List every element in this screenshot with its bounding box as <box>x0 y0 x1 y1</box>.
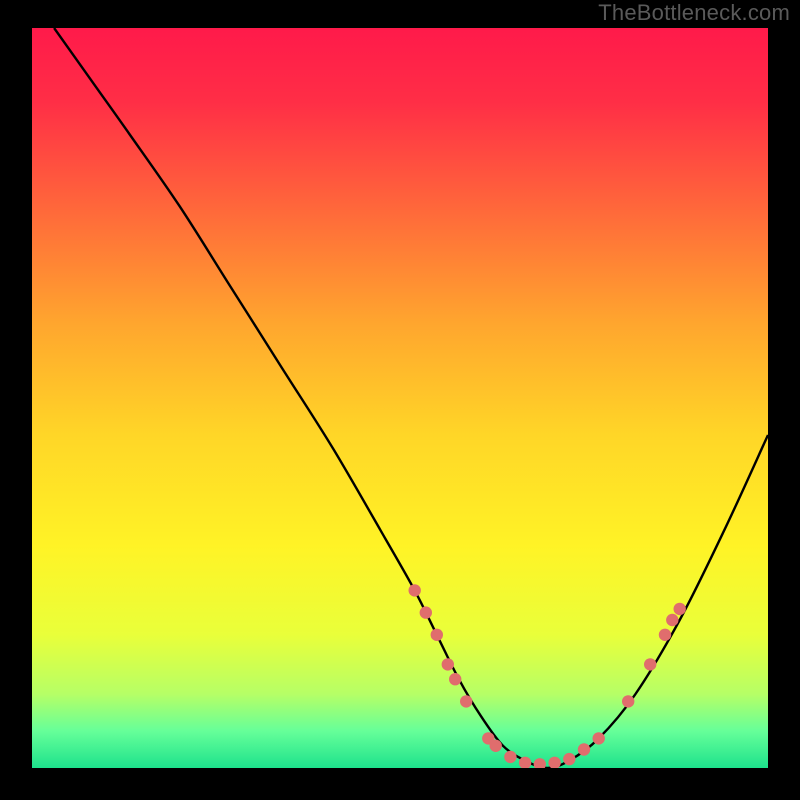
data-point <box>504 751 516 763</box>
bottleneck-curve <box>54 28 768 768</box>
data-point <box>659 629 671 641</box>
data-point <box>674 603 686 615</box>
data-point <box>666 614 678 626</box>
data-point <box>490 740 502 752</box>
data-point <box>449 673 461 685</box>
data-point <box>644 658 656 670</box>
data-point <box>534 758 546 768</box>
data-point <box>578 743 590 755</box>
data-point <box>420 606 432 618</box>
plot-area <box>32 28 768 768</box>
chart-container: TheBottleneck.com <box>0 0 800 800</box>
data-points <box>409 584 686 768</box>
data-point <box>563 753 575 765</box>
data-point <box>409 584 421 596</box>
data-point <box>622 695 634 707</box>
data-point <box>431 629 443 641</box>
data-point <box>442 658 454 670</box>
curve-layer <box>32 28 768 768</box>
data-point <box>460 695 472 707</box>
watermark-label: TheBottleneck.com <box>598 0 790 26</box>
data-point <box>593 732 605 744</box>
data-point <box>548 757 560 768</box>
